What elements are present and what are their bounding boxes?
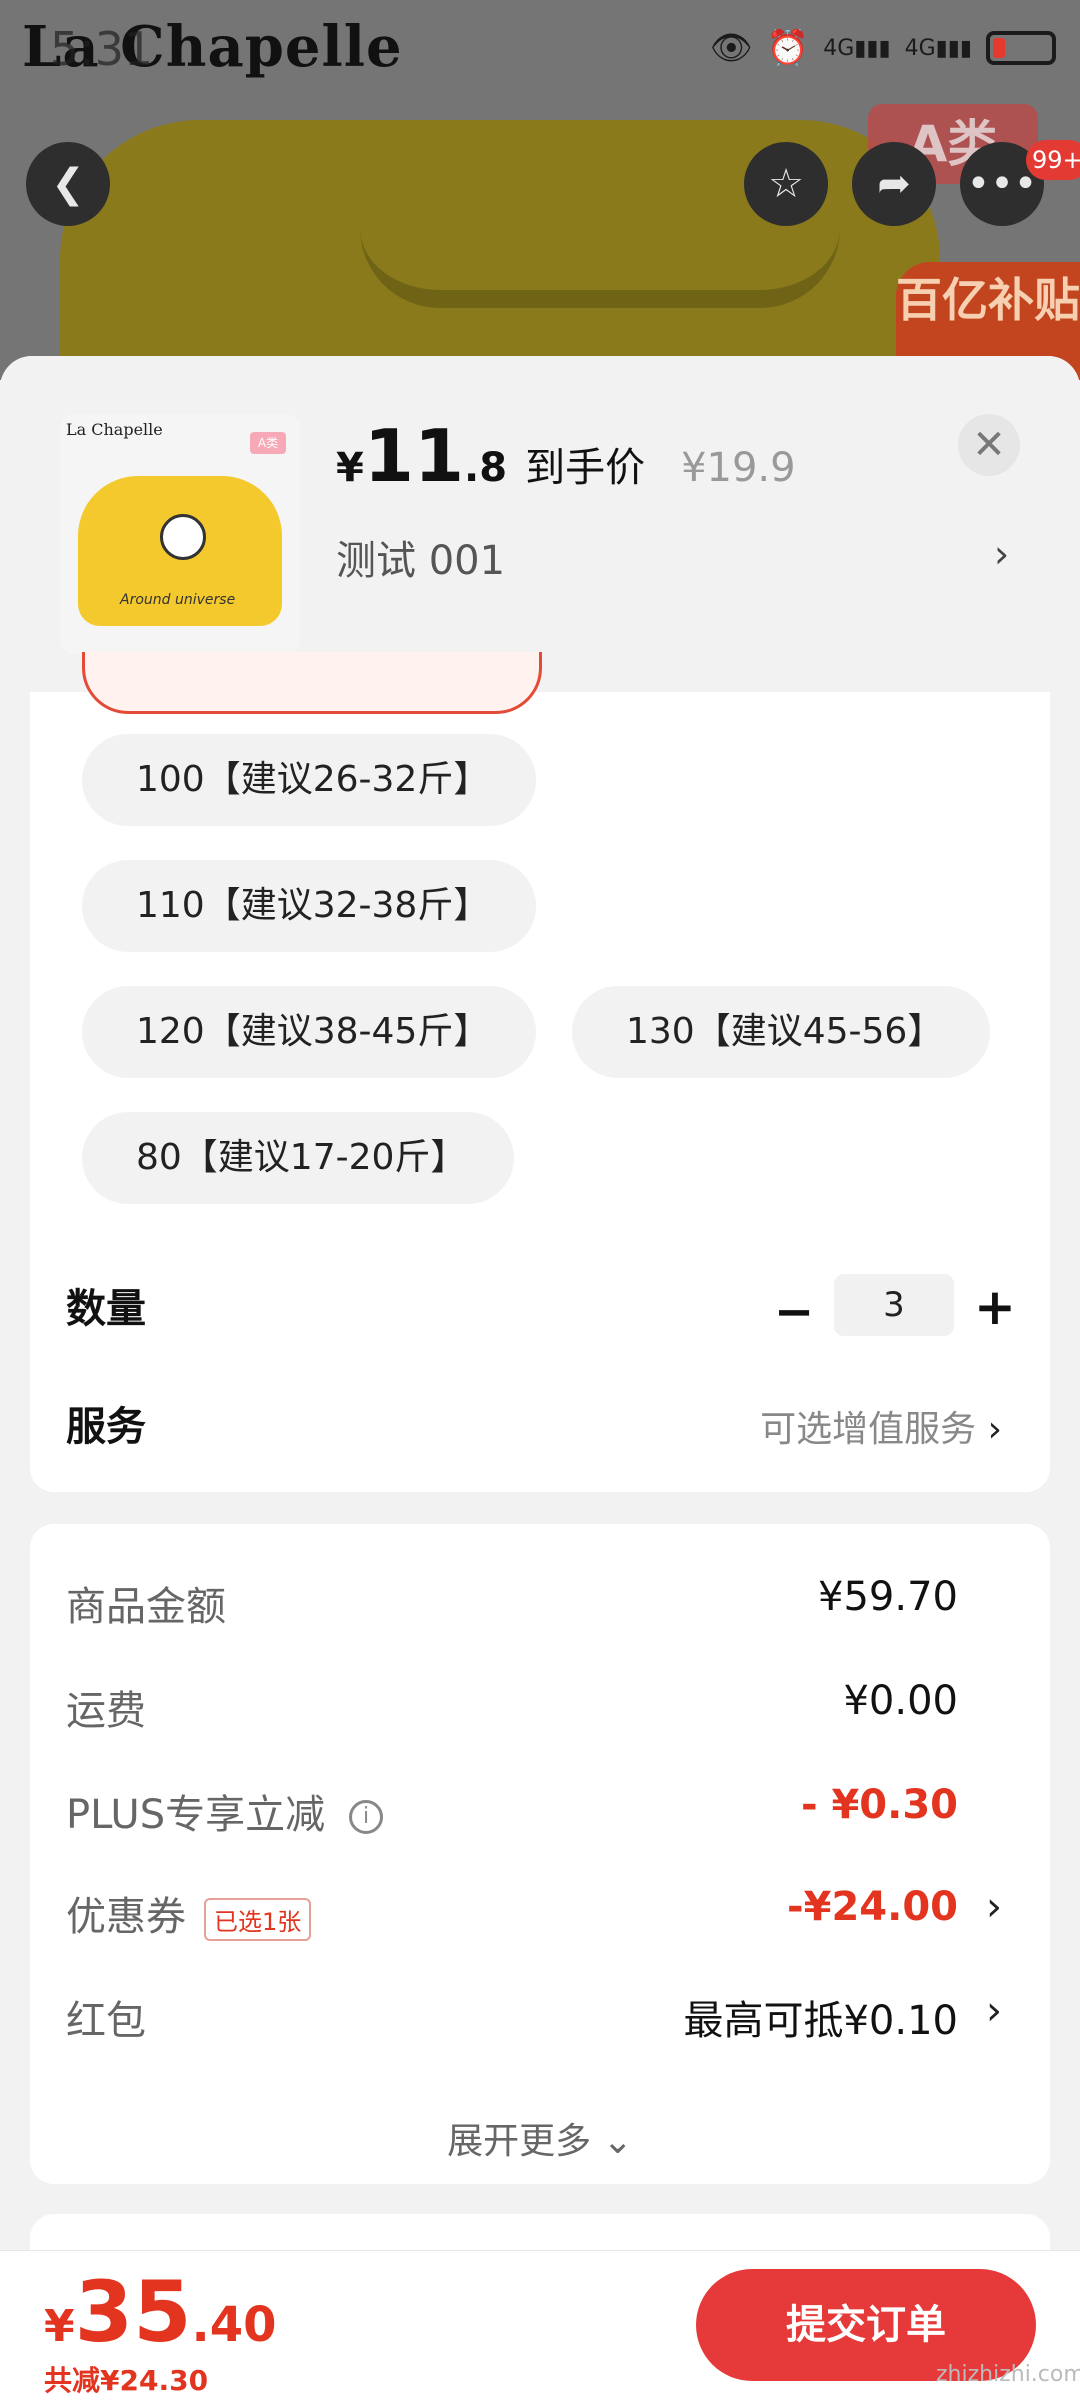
- status-bar: 👁 ⏰ 4G▮▮▮ 4G▮▮▮: [710, 28, 1056, 68]
- status-time: 5:31: [50, 22, 154, 76]
- expand-more-button[interactable]: 展开更多 ⌄: [30, 2112, 1050, 2164]
- chevron-left-icon: ❮: [51, 161, 85, 207]
- share-icon: ➦: [877, 161, 911, 207]
- quantity-decrease-button[interactable]: −: [774, 1284, 814, 1340]
- total-price: ¥ 35 .40: [44, 2263, 277, 2361]
- selected-spec[interactable]: 测试 001: [336, 528, 505, 586]
- checkout-bar: ¥ 35 .40 共减¥24.30 提交订单: [0, 2250, 1080, 2400]
- sheet-header: La Chapelle A类 Around universe ¥ 11 .8 到…: [0, 356, 1080, 692]
- summary-row-goods: 商品金额 ¥59.70: [66, 1574, 1016, 1644]
- summary-row-redpacket[interactable]: 红包 最高可抵¥0.10 ›: [66, 1988, 1016, 2058]
- info-icon[interactable]: i: [349, 1800, 384, 1834]
- summary-label: 运费: [66, 1688, 146, 1734]
- alarm-icon: ⏰: [766, 28, 810, 68]
- quantity-increase-button[interactable]: +: [974, 1278, 1016, 1336]
- signal-icon-2: 4G▮▮▮: [904, 35, 972, 61]
- summary-label: 商品金额: [66, 1584, 226, 1630]
- price-currency: ¥: [336, 445, 364, 491]
- back-button[interactable]: ❮: [26, 142, 110, 226]
- purchase-sheet: La Chapelle A类 Around universe ¥ 11 .8 到…: [0, 356, 1080, 2400]
- thumbnail-tag: A类: [250, 432, 286, 454]
- astronaut-icon: [160, 514, 206, 560]
- price-row: ¥ 11 .8 到手价 ¥19.9: [336, 414, 796, 498]
- options-card: 100【建议26-32斤】 110【建议32-38斤】 120【建议38-45斤…: [30, 652, 1050, 1492]
- price-summary-card: 商品金额 ¥59.70 运费 ¥0.00 PLUS专享立减 i - ¥0.30 优…: [30, 1524, 1050, 2184]
- size-option[interactable]: 100【建议26-32斤】: [82, 734, 536, 826]
- share-button[interactable]: ➦: [852, 142, 936, 226]
- product-hero: La Chapelle 5:31 👁 ⏰ 4G▮▮▮ 4G▮▮▮ A类 百亿补贴…: [0, 0, 1080, 380]
- summary-row-coupon[interactable]: 优惠券 已选1张 -¥24.00 ›: [66, 1884, 1016, 1954]
- star-icon: ☆: [768, 161, 804, 207]
- summary-value: 最高可抵¥0.10: [683, 1998, 958, 2044]
- summary-label: 优惠券: [66, 1894, 186, 1940]
- size-option[interactable]: 110【建议32-38斤】: [82, 860, 536, 952]
- eye-icon: 👁: [709, 28, 753, 68]
- coupon-selected-tag: 已选1张: [204, 1897, 312, 1941]
- watermark: zhizhizhi.com: [936, 2362, 1080, 2387]
- price-integer: 11: [363, 414, 465, 498]
- original-price: ¥19.9: [681, 445, 796, 491]
- chevron-down-icon: ⌄: [602, 2121, 633, 2162]
- total-decimal: .40: [191, 2297, 277, 2353]
- summary-label: 红包: [66, 1998, 146, 2044]
- total-saved: 共减¥24.30: [44, 2364, 209, 2397]
- service-label: 服务: [66, 1404, 146, 1450]
- close-button[interactable]: ✕: [958, 414, 1020, 476]
- signal-icon: 4G▮▮▮: [823, 35, 891, 61]
- service-hint: 可选增值服务: [760, 1409, 977, 1450]
- notification-count-badge: 99+: [1026, 140, 1080, 180]
- shirt-collar: [360, 228, 840, 308]
- favorite-button[interactable]: ☆: [744, 142, 828, 226]
- total-integer: 35: [74, 2263, 192, 2361]
- size-option[interactable]: 130【建议45-56】: [572, 986, 990, 1078]
- size-option-selected[interactable]: [82, 652, 542, 714]
- battery-icon: [986, 31, 1056, 65]
- price-decimal: .8: [464, 445, 508, 491]
- thumbnail-caption: Around universe: [120, 592, 236, 608]
- size-option[interactable]: 80【建议17-20斤】: [82, 1112, 514, 1204]
- service-selector[interactable]: 可选增值服务 ›: [760, 1400, 1002, 1452]
- total-currency: ¥: [44, 2301, 75, 2352]
- chevron-right-icon: ›: [986, 1884, 1002, 1930]
- summary-value: - ¥0.30: [800, 1782, 958, 1828]
- chevron-right-icon: ›: [986, 1988, 1002, 2034]
- expand-label: 展开更多: [447, 2121, 592, 2162]
- chevron-right-icon: ›: [987, 1409, 1002, 1450]
- summary-label: PLUS专享立减: [66, 1792, 326, 1838]
- thumbnail-brand: La Chapelle: [66, 420, 163, 439]
- price-label: 到手价: [525, 445, 646, 491]
- close-icon: ✕: [972, 422, 1006, 468]
- summary-row-shipping: 运费 ¥0.00: [66, 1678, 1016, 1748]
- summary-value: ¥59.70: [818, 1574, 958, 1620]
- summary-row-plus: PLUS专享立减 i - ¥0.30: [66, 1782, 1016, 1852]
- summary-value: -¥24.00: [787, 1884, 958, 1930]
- product-thumbnail[interactable]: La Chapelle A类 Around universe: [60, 414, 300, 654]
- summary-value: ¥0.00: [843, 1678, 958, 1724]
- chevron-right-icon[interactable]: ›: [994, 532, 1009, 576]
- quantity-input[interactable]: 3: [834, 1274, 954, 1336]
- quantity-label: 数量: [66, 1286, 146, 1332]
- size-option[interactable]: 120【建议38-45斤】: [82, 986, 536, 1078]
- screen: La Chapelle 5:31 👁 ⏰ 4G▮▮▮ 4G▮▮▮ A类 百亿补贴…: [0, 0, 1080, 2400]
